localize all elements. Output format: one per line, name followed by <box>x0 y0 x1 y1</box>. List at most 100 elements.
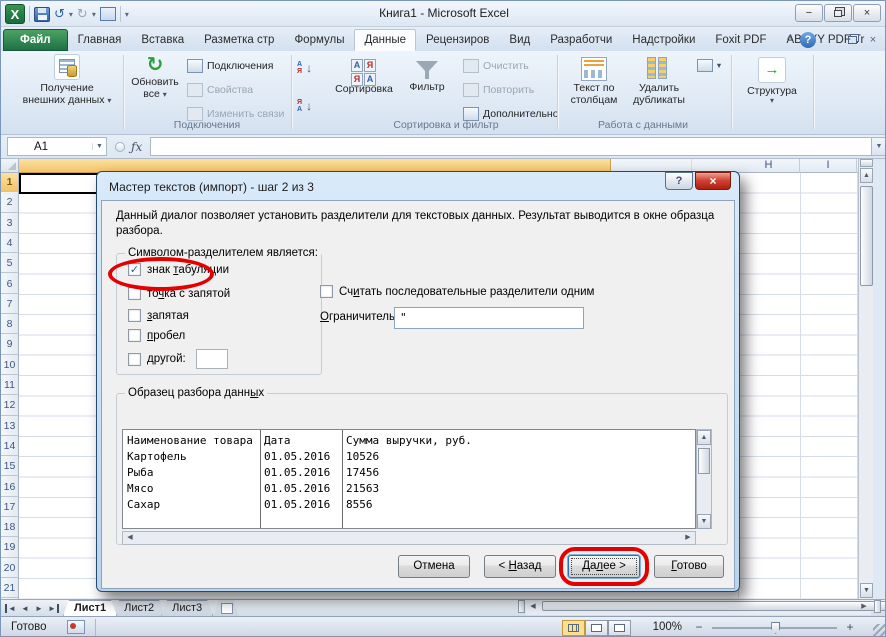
filter-button[interactable]: Фильтр <box>401 61 453 93</box>
row-header-16[interactable]: 16 <box>1 478 18 497</box>
preview-horizontal-scrollbar[interactable]: ◀ ▶ <box>122 531 696 545</box>
checkbox-icon[interactable] <box>128 353 141 366</box>
normal-view-button[interactable] <box>562 620 585 636</box>
data-preview[interactable]: Наименование товараДатаСумма выручки, ру… <box>122 429 696 529</box>
ribbon-tab-5[interactable]: Данные <box>354 29 416 51</box>
delimiter-checkbox-4[interactable]: другой: <box>128 349 228 369</box>
resize-grip[interactable] <box>873 624 885 636</box>
back-button[interactable]: < Назад <box>484 555 556 578</box>
zoom-in-icon[interactable]: + <box>843 621 857 634</box>
workbook-close-button[interactable]: × <box>865 34 881 46</box>
scroll-left-icon[interactable]: ◀ <box>526 601 540 613</box>
column-header-i[interactable]: I <box>800 159 857 173</box>
row-header-17[interactable]: 17 <box>1 498 18 517</box>
ribbon-tab-6[interactable]: Рецензиров <box>416 29 499 51</box>
ribbon-tab-1[interactable]: Главная <box>68 29 132 51</box>
ribbon-tab-7[interactable]: Вид <box>499 29 540 51</box>
prev-sheet-icon[interactable]: ◄ <box>19 604 31 613</box>
checkbox-icon[interactable] <box>320 285 333 298</box>
hscroll-split-handle[interactable] <box>874 600 881 613</box>
row-header-11[interactable]: 11 <box>1 376 18 395</box>
row-header-2[interactable]: 2 <box>1 193 18 212</box>
get-external-data-button[interactable]: Получение внешних данных ▾ <box>15 54 119 106</box>
connections-button[interactable]: Подключения <box>187 59 273 73</box>
next-sheet-icon[interactable]: ► <box>33 604 45 613</box>
dialog-close-button[interactable]: × <box>695 172 731 190</box>
restore-button[interactable] <box>824 4 852 22</box>
row-header-18[interactable]: 18 <box>1 518 18 537</box>
insert-sheet-tab[interactable] <box>213 600 239 616</box>
checkbox-icon[interactable] <box>128 329 141 342</box>
treat-consecutive-checkbox[interactable]: Считать последовательные разделители одн… <box>320 285 594 298</box>
sheet-tab-1[interactable]: Лист1 <box>63 600 117 616</box>
ribbon-tab-0[interactable]: Файл <box>3 29 68 51</box>
name-box[interactable]: A1 ▼ <box>7 137 107 156</box>
row-header-5[interactable]: 5 <box>1 254 18 273</box>
vertical-scrollbar[interactable]: ▲ ▼ <box>858 159 873 599</box>
row-header-20[interactable]: 20 <box>1 559 18 578</box>
workbook-minimize-button[interactable]: − <box>824 34 840 46</box>
what-if-analysis-button[interactable]: ▾ <box>697 59 721 72</box>
preview-vscroll-thumb[interactable] <box>698 448 710 474</box>
formula-bar-expand-icon[interactable]: ▼ <box>871 137 886 156</box>
refresh-all-button[interactable]: ↻ Обновить все ▾ <box>127 54 183 100</box>
sort-ascending-button[interactable]: АЯ ↓ <box>297 61 312 75</box>
row-header-7[interactable]: 7 <box>1 295 18 314</box>
row-header-13[interactable]: 13 <box>1 417 18 436</box>
collapse-ribbon-icon[interactable]: ^ <box>787 34 792 46</box>
text-to-columns-button[interactable]: Текст по столбцам <box>563 57 625 106</box>
ribbon-tab-3[interactable]: Разметка стр <box>194 29 284 51</box>
dialog-help-button[interactable]: ? <box>665 172 693 190</box>
scroll-down-icon[interactable]: ▼ <box>860 583 873 598</box>
formula-input[interactable] <box>150 137 871 156</box>
row-header-4[interactable]: 4 <box>1 234 18 253</box>
name-box-dropdown-icon[interactable]: ▼ <box>92 143 106 150</box>
preview-vertical-scrollbar[interactable]: ▲ ▼ <box>696 429 712 529</box>
fx-icon[interactable]: ƒx <box>131 140 142 154</box>
cancel-button[interactable]: Отмена <box>398 555 470 578</box>
zoom-level[interactable]: 100% <box>653 621 682 633</box>
scroll-left-icon[interactable]: ◀ <box>123 532 137 544</box>
workbook-restore-button[interactable] <box>848 36 857 44</box>
row-header-6[interactable]: 6 <box>1 275 18 294</box>
row-header-8[interactable]: 8 <box>1 315 18 334</box>
row-headers[interactable]: 123456789101112131415161718192021 <box>1 173 19 599</box>
horizontal-scrollbar[interactable]: ◀ ▶ <box>526 600 871 615</box>
zoom-slider[interactable]: − + <box>692 621 857 635</box>
help-icon[interactable]: ? <box>800 32 816 48</box>
hscroll-thumb[interactable] <box>542 601 886 611</box>
minimize-button[interactable]: − <box>795 4 823 22</box>
delimiter-checkbox-3[interactable]: пробел <box>128 329 185 342</box>
last-sheet-icon[interactable]: ► <box>47 604 59 613</box>
selected-cell-a1[interactable] <box>19 173 99 194</box>
row-header-21[interactable]: 21 <box>1 579 18 598</box>
tab-split-handle[interactable] <box>518 600 525 613</box>
outline-button[interactable]: → Структура ▾ <box>739 57 805 104</box>
row-header-19[interactable]: 19 <box>1 538 18 557</box>
column-header-h[interactable]: H <box>738 159 800 173</box>
first-sheet-icon[interactable]: ◄ <box>5 604 17 613</box>
other-delimiter-input[interactable] <box>196 349 228 369</box>
dialog-title-bar[interactable]: Мастер текстов (импорт) - шаг 2 из 3 ? × <box>101 176 735 200</box>
sheet-tab-3[interactable]: Лист3 <box>161 600 213 616</box>
row-header-10[interactable]: 10 <box>1 356 18 375</box>
vscroll-split-handle[interactable] <box>860 159 873 167</box>
ribbon-tab-8[interactable]: Разработчи <box>540 29 622 51</box>
remove-duplicates-button[interactable]: Удалить дубликаты <box>627 57 691 106</box>
scroll-right-icon[interactable]: ▶ <box>857 601 871 613</box>
scroll-down-icon[interactable]: ▼ <box>697 514 711 529</box>
close-button[interactable]: × <box>853 4 881 22</box>
row-header-12[interactable]: 12 <box>1 396 18 415</box>
zoom-out-icon[interactable]: − <box>692 621 706 634</box>
row-header-14[interactable]: 14 <box>1 437 18 456</box>
macro-record-icon[interactable] <box>67 620 85 634</box>
checkbox-icon[interactable] <box>128 309 141 322</box>
ribbon-tab-2[interactable]: Вставка <box>131 29 194 51</box>
row-header-9[interactable]: 9 <box>1 335 18 354</box>
row-header-3[interactable]: 3 <box>1 214 18 233</box>
vscroll-thumb[interactable] <box>860 186 873 286</box>
finish-button[interactable]: Готово <box>654 555 724 578</box>
select-all-corner[interactable] <box>1 159 19 173</box>
sort-descending-button[interactable]: ЯА ↓ <box>297 99 312 113</box>
ribbon-tab-9[interactable]: Надстройки <box>622 29 705 51</box>
